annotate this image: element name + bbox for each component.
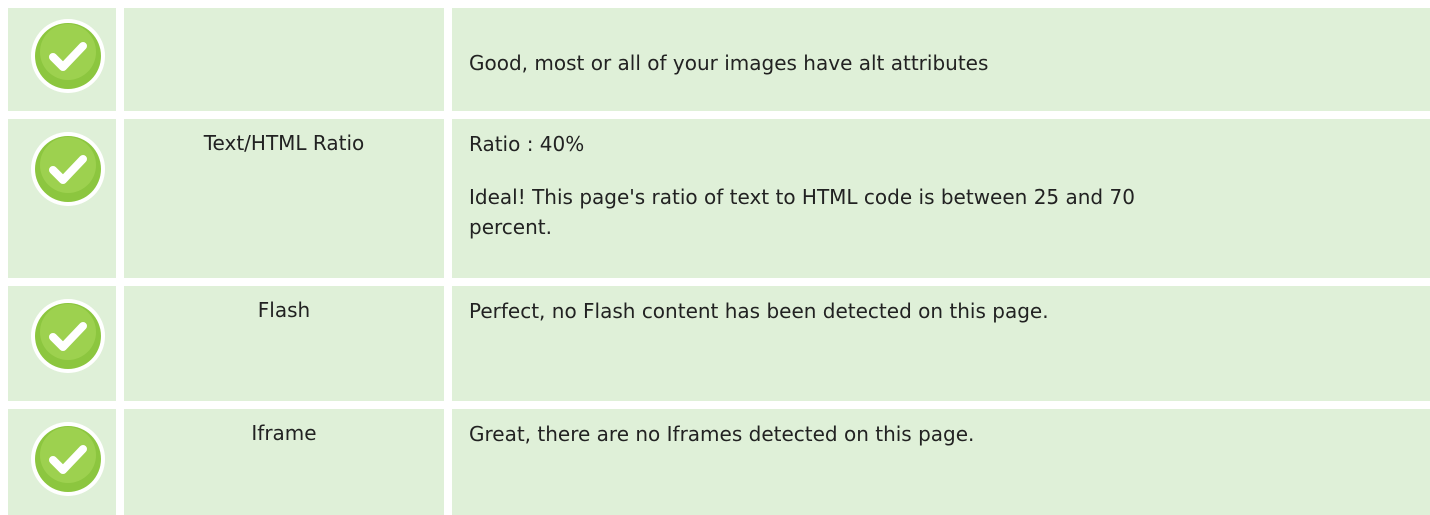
- check-description-cell: Great, there are no Iframes detected on …: [452, 409, 1430, 515]
- check-name-cell: [124, 8, 444, 111]
- status-cell: [8, 119, 116, 278]
- check-circle-icon: [31, 132, 105, 206]
- check-name-cell: Iframe: [124, 409, 444, 515]
- check-description-cell: Good, most or all of your images have al…: [452, 8, 1430, 111]
- status-cell: [8, 409, 116, 515]
- check-description: Great, there are no Iframes detected on …: [469, 422, 975, 446]
- check-name-cell: Text/HTML Ratio: [124, 119, 444, 278]
- check-name: Text/HTML Ratio: [203, 131, 365, 155]
- report-row-flash: Flash Perfect, no Flash content has been…: [0, 286, 1430, 401]
- check-description: Ideal! This page's ratio of text to HTML…: [469, 185, 1135, 239]
- check-description-cell: Perfect, no Flash content has been detec…: [452, 286, 1430, 401]
- check-name: Iframe: [251, 421, 317, 445]
- report-row-text-html-ratio: Text/HTML Ratio Ratio : 40% Ideal! This …: [0, 119, 1430, 278]
- seo-report-table: Good, most or all of your images have al…: [0, 0, 1430, 515]
- report-row-image-alt: Good, most or all of your images have al…: [0, 8, 1430, 111]
- check-circle-icon: [31, 19, 105, 93]
- status-cell: [8, 286, 116, 401]
- status-cell: [8, 8, 116, 111]
- check-description: Perfect, no Flash content has been detec…: [469, 299, 1049, 323]
- ratio-value: Ratio : 40%: [469, 132, 585, 156]
- check-description-cell: Ratio : 40% Ideal! This page's ratio of …: [452, 119, 1430, 278]
- check-description: Good, most or all of your images have al…: [469, 51, 989, 75]
- report-row-iframe: Iframe Great, there are no Iframes detec…: [0, 409, 1430, 515]
- check-circle-icon: [31, 299, 105, 373]
- check-name-cell: Flash: [124, 286, 444, 401]
- check-name: Flash: [257, 298, 311, 322]
- check-circle-icon: [31, 422, 105, 496]
